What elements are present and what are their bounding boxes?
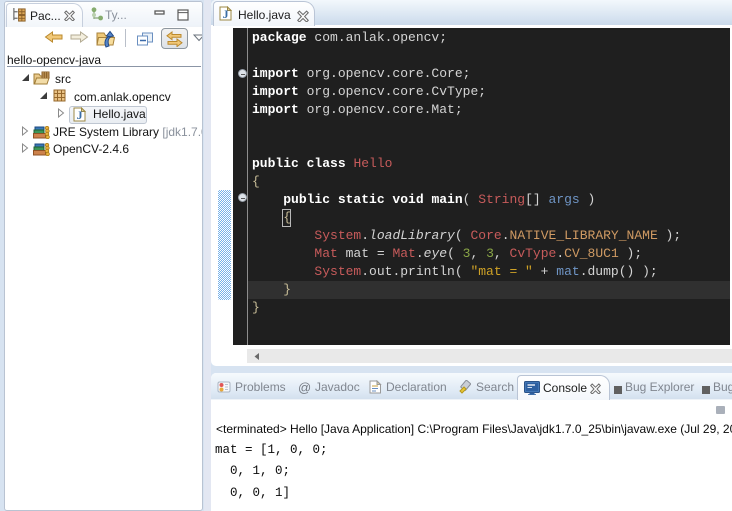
svg-text:J: J	[223, 7, 229, 21]
svg-text:J: J	[77, 108, 83, 122]
